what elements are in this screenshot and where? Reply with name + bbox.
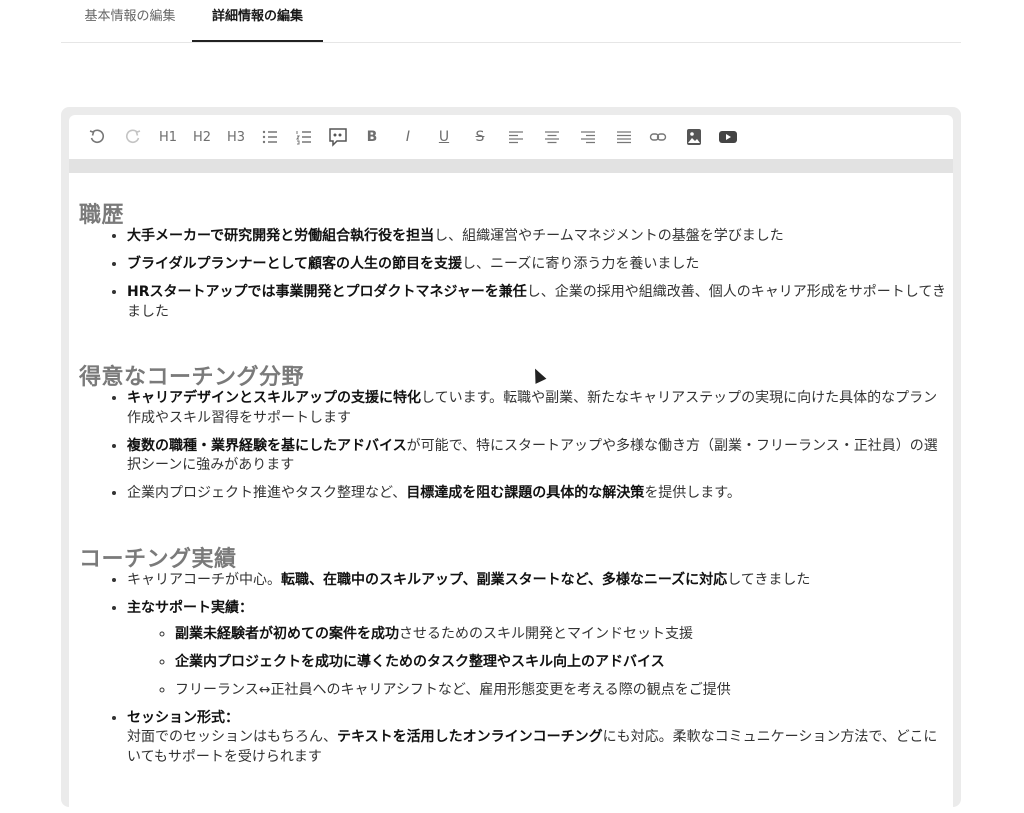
toolbar-divider xyxy=(69,159,953,173)
strikethrough-button[interactable]: S xyxy=(468,125,492,149)
numbered-list-icon[interactable] xyxy=(292,125,316,149)
editor-toolbar: H1 H2 H3 B I U S xyxy=(69,115,953,159)
list-item: 大手メーカーで研究開発と労働組合執行役を担当し、組織運営やチームマネジメントの基… xyxy=(127,227,947,247)
list-item: 企業内プロジェクト推進やタスク整理など、目標達成を阻む課題の具体的な解決策を提供… xyxy=(127,484,947,504)
list-item: キャリアコーチが中心。転職、在職中のスキルアップ、副業スタートなど、多様なニーズ… xyxy=(127,571,947,591)
heading2-button[interactable]: H2 xyxy=(187,125,217,149)
bullet-list-icon[interactable] xyxy=(258,125,282,149)
list-item: セッション形式：対面でのセッションはもちろん、テキストを活用したオンラインコーチ… xyxy=(127,709,947,768)
section-heading-career: 職歴 xyxy=(79,203,125,228)
list-item: HRスタートアップでは事業開発とプロダクトマネジャーを兼任し、企業の採用や組織改… xyxy=(127,283,947,322)
align-center-icon[interactable] xyxy=(540,125,564,149)
tab-detail-info[interactable]: 詳細情報の編集 xyxy=(192,0,323,42)
heading1-button[interactable]: H1 xyxy=(153,125,183,149)
list-item: ブライダルプランナーとして顧客の人生の節目を支援し、ニーズに寄り添う力を養いまし… xyxy=(127,255,947,275)
undo-icon[interactable] xyxy=(85,125,109,149)
editor-content[interactable]: 職歴 大手メーカーで研究開発と労働組合執行役を担当し、組織運営やチームマネジメン… xyxy=(69,173,953,813)
tab-basic-info[interactable]: 基本情報の編集 xyxy=(67,0,193,41)
career-list: 大手メーカーで研究開発と労働組合執行役を担当し、組織運営やチームマネジメントの基… xyxy=(97,227,947,331)
section-heading-coaching-fields: 得意なコーチング分野 xyxy=(79,365,305,390)
sub-list-item: 副業未経験者が初めての案件を成功させるためのスキル開発とマインドセット支援 xyxy=(175,625,947,645)
image-icon[interactable] xyxy=(682,125,706,149)
support-results-sublist: 副業未経験者が初めての案件を成功させるためのスキル開発とマインドセット支援 企業… xyxy=(127,625,947,701)
align-right-icon[interactable] xyxy=(576,125,600,149)
video-icon[interactable] xyxy=(716,125,740,149)
italic-button[interactable]: I xyxy=(396,125,420,149)
tab-bar: 基本情報の編集 詳細情報の編集 xyxy=(61,0,961,43)
align-left-icon[interactable] xyxy=(504,125,528,149)
section-heading-coaching-results: コーチング実績 xyxy=(79,547,237,572)
rich-text-editor: H1 H2 H3 B I U S 職歴 • 大手メーカーで研究開発と労働組合執行… xyxy=(61,107,961,813)
coaching-fields-list: キャリアデザインとスキルアップの支援に特化しています。転職や副業、新たなキャリア… xyxy=(97,389,947,512)
bold-button[interactable]: B xyxy=(360,125,384,149)
list-item: キャリアデザインとスキルアップの支援に特化しています。転職や副業、新たなキャリア… xyxy=(127,389,947,428)
sub-list-item: 企業内プロジェクトを成功に導くためのタスク整理やスキル向上のアドバイス xyxy=(175,653,947,673)
list-item: 複数の職種・業界経験を基にしたアドバイスが可能で、特にスタートアップや多様な働き… xyxy=(127,437,947,476)
sub-list-item: フリーランス↔正社員へのキャリアシフトなど、雇用形態変更を考える際の観点をご提供 xyxy=(175,681,947,701)
list-item: 主なサポート実績： 副業未経験者が初めての案件を成功させるためのスキル開発とマイ… xyxy=(127,599,947,700)
link-icon[interactable] xyxy=(646,125,670,149)
redo-icon[interactable] xyxy=(121,125,145,149)
align-justify-icon[interactable] xyxy=(612,125,636,149)
heading3-button[interactable]: H3 xyxy=(221,125,251,149)
quote-icon[interactable] xyxy=(326,125,350,149)
underline-button[interactable]: U xyxy=(432,125,456,149)
coaching-results-list: キャリアコーチが中心。転職、在職中のスキルアップ、副業スタートなど、多様なニーズ… xyxy=(97,571,947,776)
